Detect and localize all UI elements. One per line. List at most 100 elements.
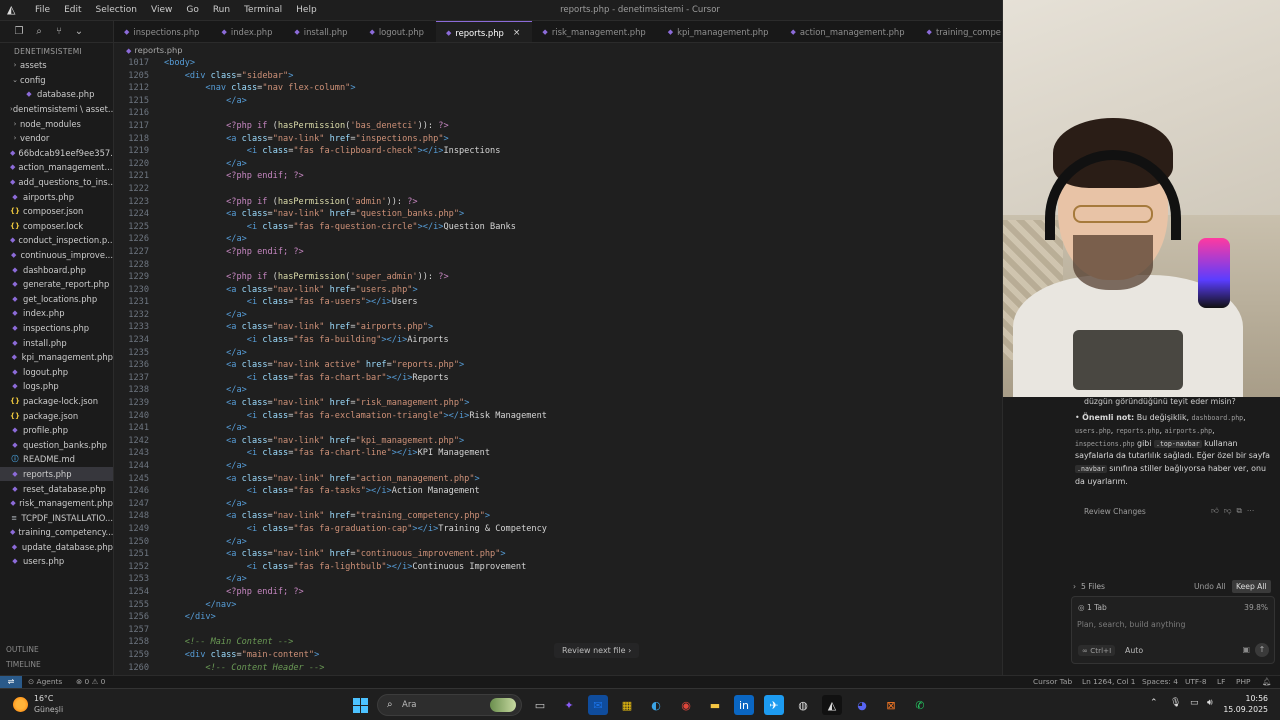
code-line[interactable]: 1220 </a> <box>114 158 1002 171</box>
code-line[interactable]: 1245 <a class="nav-link" href="action_ma… <box>114 473 1002 486</box>
problems-indicator[interactable]: ⊗ 0 ⚠ 0 <box>76 676 105 688</box>
menu-edit[interactable]: Edit <box>57 0 88 21</box>
code-line[interactable]: 1233 <a class="nav-link" href="airports.… <box>114 321 1002 334</box>
outlook-icon[interactable]: ✉ <box>588 695 608 715</box>
sidebar-item-reports-php[interactable]: ◆ reports.php <box>0 466 113 482</box>
code-line[interactable]: 1222 <box>114 183 1002 196</box>
close-icon[interactable]: × <box>513 28 521 38</box>
sidebar-item-database-php[interactable]: ◆ database.php <box>0 87 113 102</box>
code-line[interactable]: 1227 <?php endif; ?> <box>114 246 1002 259</box>
timeline-section[interactable]: TIMELINE <box>0 660 114 669</box>
copilot-icon[interactable]: ✦ <box>559 695 579 715</box>
sidebar-item-tcpdf-installatio[interactable]: ≡ TCPDF_INSTALLATIO... <box>0 510 113 525</box>
sidebar-item-dashboard-php[interactable]: ◆ dashboard.php <box>0 262 113 277</box>
taskbar-search-input[interactable]: Ara <box>402 700 417 710</box>
chevron-right-icon[interactable]: › <box>1073 582 1076 591</box>
sidebar-item-install-php[interactable]: ◆ install.php <box>0 335 113 350</box>
sidebar-item-continuous-improve[interactable]: ◆ continuous_improve... <box>0 248 113 263</box>
tab-install-php[interactable]: ◆ install.php <box>284 21 359 42</box>
code-line[interactable]: 1240 <i class="fas fa-exclamation-triang… <box>114 410 1002 423</box>
code-line[interactable]: 1250 </a> <box>114 536 1002 549</box>
code-line[interactable]: 1225 <i class="fas fa-question-circle"><… <box>114 221 1002 234</box>
sidebar-item-conduct-inspection-p[interactable]: ◆ conduct_inspection.p... <box>0 233 113 248</box>
sidebar-item-airports-php[interactable]: ◆ airports.php <box>0 189 113 204</box>
microphone-icon[interactable]: 🎙︎ <box>1170 698 1181 708</box>
model-selector[interactable]: Auto <box>1125 646 1143 655</box>
code-line[interactable]: 1229 <?php if (hasPermission('super_admi… <box>114 271 1002 284</box>
code-line[interactable]: 1241 </a> <box>114 422 1002 435</box>
start-button[interactable] <box>350 695 370 715</box>
sidebar-item-denetimsistemi-asset[interactable]: › denetimsistemi \ asset... <box>0 102 113 117</box>
cursor-tab-status[interactable]: Cursor Tab <box>1033 676 1072 688</box>
volume-icon[interactable]: 🔊︎ <box>1207 698 1213 708</box>
edge-icon[interactable]: ◐ <box>646 695 666 715</box>
remote-icon[interactable]: ⇌ <box>0 676 22 688</box>
menu-view[interactable]: View <box>144 0 179 21</box>
sidebar-item-users-php[interactable]: ◆ users.php <box>0 554 113 569</box>
sidebar-item-logs-php[interactable]: ◆ logs.php <box>0 379 113 394</box>
sidebar-item-update-database-php[interactable]: ◆ update_database.php <box>0 540 113 555</box>
code-line[interactable]: 1257 <box>114 624 1002 637</box>
chevron-down-icon[interactable]: ⌄ <box>72 25 86 39</box>
sidebar-item-question-banks-php[interactable]: ◆ question_banks.php <box>0 437 113 452</box>
sidebar-item-config[interactable]: ⌄ config <box>0 73 113 88</box>
chat-input[interactable]: Plan, search, build anything <box>1077 620 1185 629</box>
code-line[interactable]: 1215 </a> <box>114 95 1002 108</box>
source-control-icon[interactable]: ⑂ <box>52 25 66 39</box>
sidebar-item-get-locations-php[interactable]: ◆ get_locations.php <box>0 292 113 307</box>
cursor-app-icon[interactable]: ◭ <box>822 695 842 715</box>
code-line[interactable]: 1248 <a class="nav-link" href="training_… <box>114 510 1002 523</box>
sidebar-item-package-lock-json[interactable]: {} package-lock.json <box>0 394 113 409</box>
code-lines[interactable]: 1017 <body> 1205 <div class="sidebar"> 1212… <box>114 57 1002 674</box>
language-mode[interactable]: PHP <box>1236 676 1250 688</box>
code-line[interactable]: 1255 </nav> <box>114 599 1002 612</box>
menu-help[interactable]: Help <box>289 0 324 21</box>
tab-risk-management-php[interactable]: ◆ risk_management.php <box>532 21 657 42</box>
tray-chevron-up-icon[interactable]: ⌃ <box>1150 698 1158 708</box>
code-line[interactable]: 1238 </a> <box>114 384 1002 397</box>
undo-all-button[interactable]: Undo All <box>1194 582 1226 591</box>
review-changes-link[interactable]: Review Changes <box>1084 507 1146 516</box>
changed-files-count[interactable]: 5 Files <box>1081 582 1105 591</box>
code-line[interactable]: 1231 <i class="fas fa-users"></i>Users <box>114 296 1002 309</box>
taskbar-search[interactable]: ⌕ Ara <box>377 694 522 716</box>
code-line[interactable]: 1205 <div class="sidebar"> <box>114 70 1002 83</box>
agent-mode-selector[interactable]: ∞ Ctrl+I <box>1078 645 1116 656</box>
changed-files-bar[interactable]: › 5 Files Undo All Keep All <box>1073 577 1273 595</box>
code-line[interactable]: 1212 <nav class="nav flex-column"> <box>114 82 1002 95</box>
code-line[interactable]: 1223 <?php if (hasPermission('admin')): … <box>114 196 1002 209</box>
sidebar-item-training-competency[interactable]: ◆ training_competency... <box>0 525 113 540</box>
sidebar-item-66bdcab91eef9ee357[interactable]: ◆ 66bdcab91eef9ee357... <box>0 146 113 161</box>
code-line[interactable]: 1246 <i class="fas fa-tasks"></i>Action … <box>114 485 1002 498</box>
image-attach-icon[interactable]: ▣ <box>1242 645 1250 654</box>
tab-logout-php[interactable]: ◆ logout.php <box>359 21 435 42</box>
weather-temperature[interactable]: 16°C <box>34 694 53 703</box>
sidebar-item-profile-php[interactable]: ◆ profile.php <box>0 423 113 438</box>
sidebar-item-risk-management-php[interactable]: ◆ risk_management.php <box>0 496 113 511</box>
indentation[interactable]: Spaces: 4 <box>1142 676 1178 688</box>
sidebar-item-readme-md[interactable]: ⓘ README.md <box>0 452 113 467</box>
code-line[interactable]: 1217 <?php if (hasPermission('bas_denetc… <box>114 120 1002 133</box>
cursor-position[interactable]: Ln 1264, Col 1 <box>1082 676 1135 688</box>
chat-input-box[interactable]: ◎ 1 Tab 39.8% Plan, search, build anythi… <box>1071 596 1275 664</box>
code-line[interactable]: 1224 <a class="nav-link" href="question_… <box>114 208 1002 221</box>
menu-terminal[interactable]: Terminal <box>237 0 289 21</box>
sidebar-item-reset-database-php[interactable]: ◆ reset_database.php <box>0 481 113 496</box>
code-line[interactable]: 1216 <box>114 107 1002 120</box>
feedback-icons[interactable]: 👍︎👎︎⧉⋯ <box>1211 506 1259 516</box>
code-line[interactable]: 1244 </a> <box>114 460 1002 473</box>
sidebar-item-composer-json[interactable]: {} composer.json <box>0 204 113 219</box>
store-icon[interactable]: ▦ <box>617 695 637 715</box>
sidebar-item-node-modules[interactable]: › node_modules <box>0 116 113 131</box>
code-line[interactable]: 1219 <i class="fas fa-clipboard-check"><… <box>114 145 1002 158</box>
code-line[interactable]: 1260 <!-- Content Header --> <box>114 662 1002 675</box>
code-line[interactable]: 1242 <a class="nav-link" href="kpi_manag… <box>114 435 1002 448</box>
code-line[interactable]: 1232 </a> <box>114 309 1002 322</box>
encoding[interactable]: UTF-8 <box>1185 676 1207 688</box>
tab-index-php[interactable]: ◆ index.php <box>211 21 284 42</box>
linkedin-icon[interactable]: in <box>734 695 754 715</box>
code-line[interactable]: 1243 <i class="fas fa-chart-line"></i>KP… <box>114 447 1002 460</box>
clock-time[interactable]: 10:56 <box>1228 694 1268 703</box>
sidebar-item-kpi-management-php[interactable]: ◆ kpi_management.php <box>0 350 113 365</box>
menu-file[interactable]: File <box>28 0 57 21</box>
